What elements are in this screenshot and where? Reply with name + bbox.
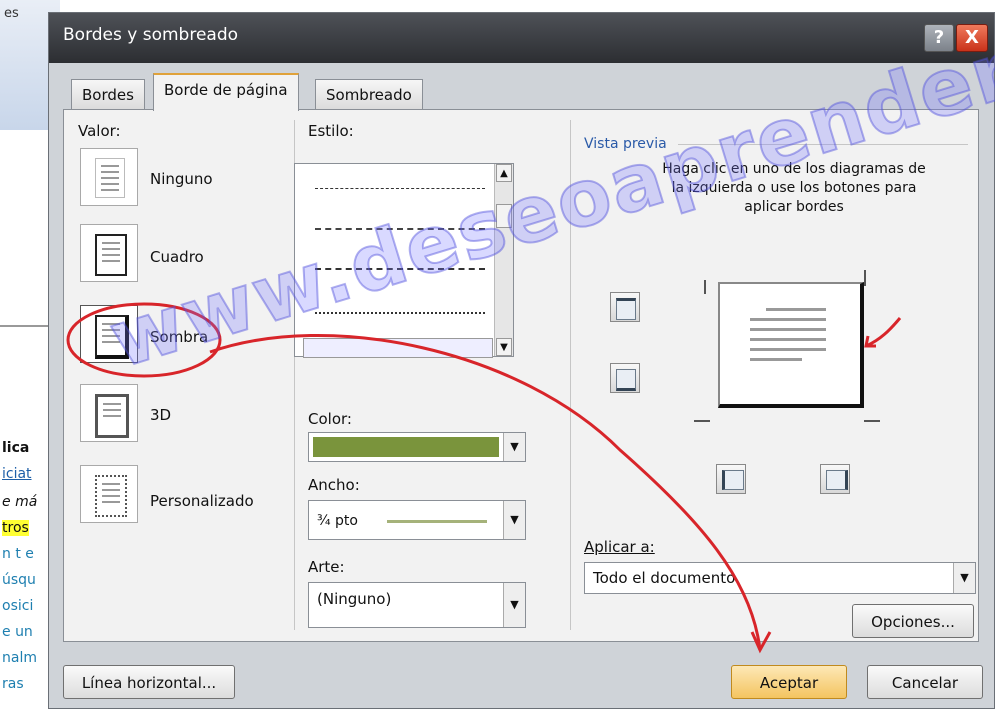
arte-label: Arte: — [308, 558, 345, 576]
scroll-down-icon[interactable]: ▼ — [496, 338, 512, 356]
doc-line: ras — [2, 676, 24, 692]
borders-shading-dialog: Bordes y sombreado ? X Bordes Borde de p… — [48, 12, 995, 709]
valor-ninguno-label: Ninguno — [150, 170, 213, 188]
chevron-down-icon[interactable]: ▼ — [953, 563, 975, 593]
sombra-icon — [95, 315, 129, 359]
help-button[interactable]: ? — [924, 24, 954, 52]
valor-3d-button[interactable] — [80, 384, 138, 442]
estilo-label: Estilo: — [308, 122, 354, 140]
chevron-down-icon[interactable]: ▼ — [503, 583, 525, 627]
dialog-title: Bordes y sombreado — [63, 25, 239, 45]
opciones-button[interactable]: Opciones... — [852, 604, 974, 638]
ancho-label: Ancho: — [308, 476, 360, 494]
corner-mark — [864, 420, 880, 422]
chevron-down-icon[interactable]: ▼ — [503, 433, 525, 461]
arte-select[interactable]: (Ninguno) ▼ — [308, 582, 526, 628]
chevron-down-icon[interactable]: ▼ — [503, 501, 525, 539]
personalizado-icon — [95, 475, 127, 517]
doc-line: e má — [2, 494, 38, 510]
valor-personalizado-label: Personalizado — [150, 492, 254, 510]
dialog-titlebar[interactable]: Bordes y sombreado ? X — [49, 13, 994, 63]
bottom-border-icon — [616, 369, 636, 391]
color-select[interactable]: ▼ — [308, 432, 526, 462]
color-label: Color: — [308, 410, 352, 428]
style-option[interactable] — [315, 188, 485, 189]
left-border-button[interactable] — [716, 464, 746, 494]
doc-line: e un — [2, 624, 33, 640]
ancho-preview-line — [387, 520, 487, 523]
column-divider — [570, 120, 571, 630]
doc-line: nalm — [2, 650, 37, 666]
aceptar-button[interactable]: Aceptar — [731, 665, 847, 699]
valor-label: Valor: — [78, 122, 121, 140]
ancho-select[interactable]: ¾ pto ▼ — [308, 500, 526, 540]
tab-bordes[interactable]: Bordes — [71, 79, 145, 109]
vista-previa-label: Vista previa — [584, 136, 667, 152]
corner-mark — [694, 420, 710, 422]
style-option[interactable] — [315, 268, 485, 270]
3d-icon — [95, 394, 129, 438]
doc-line: úsqu — [2, 572, 36, 588]
scroll-thumb[interactable] — [496, 204, 512, 228]
right-border-button[interactable] — [820, 464, 850, 494]
valor-cuadro-label: Cuadro — [150, 248, 204, 266]
cuadro-icon — [95, 234, 127, 276]
color-swatch — [313, 437, 499, 457]
preview-page — [718, 282, 864, 408]
preview-instructions: Haga clic en uno de los diagramas de la … — [662, 161, 926, 215]
style-option[interactable] — [315, 228, 485, 230]
ribbon-tab[interactable]: es — [4, 6, 19, 21]
aplicar-label: Aplicar a: — [584, 538, 655, 556]
arte-value: (Ninguno) — [317, 590, 392, 608]
doc-line: tros — [2, 520, 29, 536]
ancho-value: ¾ pto — [317, 513, 358, 529]
doc-line: iciat — [2, 466, 32, 482]
estilo-listbox[interactable]: ▲ ▼ — [294, 163, 514, 358]
cancelar-button[interactable]: Cancelar — [867, 665, 983, 699]
doc-line: lica — [2, 440, 30, 456]
ninguno-icon — [95, 158, 125, 198]
aplicar-value: Todo el documento — [593, 569, 736, 587]
scroll-up-icon[interactable]: ▲ — [496, 164, 512, 182]
bottom-border-button[interactable] — [610, 363, 640, 393]
corner-mark — [864, 270, 866, 286]
valor-cuadro-button[interactable] — [80, 224, 138, 282]
top-border-button[interactable] — [610, 292, 640, 322]
valor-sombra-button[interactable] — [80, 305, 138, 363]
style-option[interactable] — [315, 312, 485, 314]
tab-borde-de-pagina[interactable]: Borde de página — [153, 73, 299, 111]
linea-horizontal-button[interactable]: Línea horizontal... — [63, 665, 235, 699]
estilo-scrollbar[interactable]: ▲ ▼ — [494, 164, 513, 356]
valor-sombra-label: Sombra — [150, 328, 209, 346]
selected-style-option[interactable] — [303, 338, 493, 358]
valor-ninguno-button[interactable] — [80, 148, 138, 206]
doc-line: n t e — [2, 546, 34, 562]
preview-divider — [678, 144, 968, 145]
valor-3d-label: 3D — [150, 406, 172, 424]
aplicar-select[interactable]: Todo el documento ▼ — [584, 562, 976, 594]
left-border-icon — [722, 470, 744, 490]
corner-mark — [704, 280, 706, 294]
right-border-icon — [826, 470, 848, 490]
top-border-icon — [616, 298, 636, 320]
valor-personalizado-button[interactable] — [80, 465, 138, 523]
close-button[interactable]: X — [956, 24, 988, 52]
tab-sombreado[interactable]: Sombreado — [315, 79, 423, 109]
doc-line: osici — [2, 598, 34, 614]
